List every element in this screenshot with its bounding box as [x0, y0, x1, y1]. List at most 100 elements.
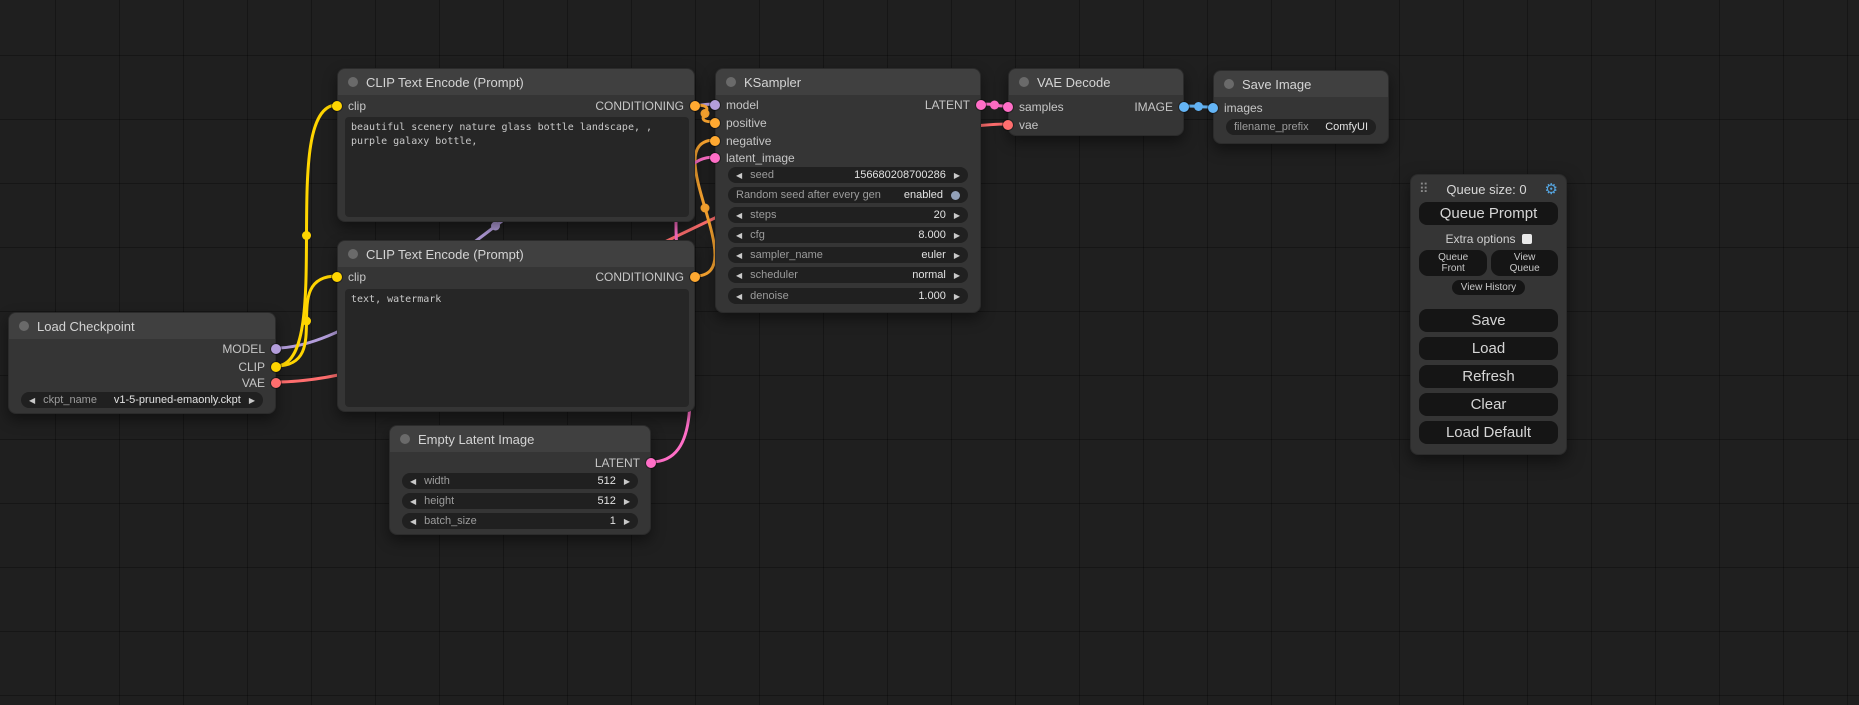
decrement-arrow-icon[interactable]: ◀: [736, 211, 742, 220]
decrement-arrow-icon[interactable]: ◀: [29, 396, 35, 405]
widget-denoise[interactable]: ◀ denoise 1.000 ▶: [728, 288, 968, 304]
node-title-bar[interactable]: CLIP Text Encode (Prompt): [338, 241, 694, 267]
input-slot-latent-image[interactable]: latent_image: [710, 151, 795, 165]
widget-sampler-name[interactable]: ◀ sampler_name euler ▶: [728, 247, 968, 263]
input-slot-model[interactable]: model: [710, 98, 759, 112]
node-title-bar[interactable]: Save Image: [1214, 71, 1388, 97]
graph-canvas[interactable]: Load Checkpoint MODEL CLIP VAE ◀ ckpt_na…: [0, 0, 1859, 705]
increment-arrow-icon[interactable]: ▶: [624, 497, 630, 506]
collapse-dot-icon[interactable]: [1019, 77, 1029, 87]
image-slot-dot[interactable]: [1208, 103, 1218, 113]
node-empty-latent-image[interactable]: Empty Latent Image LATENT ◀ width 512 ▶ …: [389, 425, 651, 535]
output-slot-latent[interactable]: LATENT: [925, 98, 986, 112]
load-button[interactable]: Load: [1419, 337, 1558, 360]
collapse-dot-icon[interactable]: [348, 77, 358, 87]
widget-random-seed[interactable]: Random seed after every gen enabled: [728, 187, 968, 203]
node-vae-decode[interactable]: VAE Decode samples vae IMAGE: [1008, 68, 1184, 136]
increment-arrow-icon[interactable]: ▶: [954, 292, 960, 301]
increment-arrow-icon[interactable]: ▶: [624, 477, 630, 486]
latent-slot-dot[interactable]: [646, 458, 656, 468]
output-slot-conditioning[interactable]: CONDITIONING: [595, 99, 700, 113]
widget-steps[interactable]: ◀ steps 20 ▶: [728, 207, 968, 223]
drag-handle-icon[interactable]: ⠿: [1419, 181, 1429, 197]
view-queue-button[interactable]: View Queue: [1491, 250, 1558, 276]
queue-front-button[interactable]: Queue Front: [1419, 250, 1487, 276]
conditioning-slot-dot[interactable]: [710, 136, 720, 146]
increment-arrow-icon[interactable]: ▶: [249, 396, 255, 405]
clip-slot-dot[interactable]: [332, 272, 342, 282]
input-slot-samples[interactable]: samples: [1003, 100, 1064, 114]
collapse-dot-icon[interactable]: [19, 321, 29, 331]
input-slot-clip[interactable]: clip: [332, 270, 366, 284]
input-slot-images[interactable]: images: [1208, 101, 1263, 115]
image-slot-dot[interactable]: [1179, 102, 1189, 112]
conditioning-slot-dot[interactable]: [690, 101, 700, 111]
node-title-bar[interactable]: VAE Decode: [1009, 69, 1183, 95]
increment-arrow-icon[interactable]: ▶: [624, 517, 630, 526]
output-slot-clip[interactable]: CLIP: [238, 360, 281, 374]
decrement-arrow-icon[interactable]: ◀: [736, 292, 742, 301]
node-title-bar[interactable]: CLIP Text Encode (Prompt): [338, 69, 694, 95]
input-slot-clip[interactable]: clip: [332, 99, 366, 113]
vae-slot-dot[interactable]: [1003, 120, 1013, 130]
decrement-arrow-icon[interactable]: ◀: [736, 251, 742, 260]
conditioning-slot-dot[interactable]: [710, 118, 720, 128]
widget-filename-prefix[interactable]: filename_prefix ComfyUI: [1226, 119, 1376, 135]
output-slot-image[interactable]: IMAGE: [1134, 100, 1189, 114]
decrement-arrow-icon[interactable]: ◀: [736, 171, 742, 180]
widget-batch-size[interactable]: ◀ batch_size 1 ▶: [402, 513, 638, 529]
increment-arrow-icon[interactable]: ▶: [954, 171, 960, 180]
output-slot-conditioning[interactable]: CONDITIONING: [595, 270, 700, 284]
decrement-arrow-icon[interactable]: ◀: [410, 477, 416, 486]
widget-cfg[interactable]: ◀ cfg 8.000 ▶: [728, 227, 968, 243]
queue-menu-panel[interactable]: ⠿ Queue size: 0 ⚙ Queue Prompt Extra opt…: [1410, 174, 1567, 455]
widget-seed[interactable]: ◀ seed 156680208700286 ▶: [728, 167, 968, 183]
node-title-bar[interactable]: KSampler: [716, 69, 980, 95]
conditioning-slot-dot[interactable]: [690, 272, 700, 282]
extra-options-checkbox[interactable]: [1522, 234, 1532, 244]
latent-slot-dot[interactable]: [1003, 102, 1013, 112]
widget-ckpt-name[interactable]: ◀ ckpt_name v1-5-pruned-emaonly.ckpt ▶: [21, 392, 263, 408]
increment-arrow-icon[interactable]: ▶: [954, 271, 960, 280]
collapse-dot-icon[interactable]: [726, 77, 736, 87]
model-slot-dot[interactable]: [710, 100, 720, 110]
decrement-arrow-icon[interactable]: ◀: [410, 517, 416, 526]
input-slot-vae[interactable]: vae: [1003, 118, 1038, 132]
node-ksampler[interactable]: KSampler model positive negative latent_…: [715, 68, 981, 313]
refresh-button[interactable]: Refresh: [1419, 365, 1558, 388]
node-title-bar[interactable]: Load Checkpoint: [9, 313, 275, 339]
output-slot-vae[interactable]: VAE: [242, 376, 281, 390]
node-title-bar[interactable]: Empty Latent Image: [390, 426, 650, 452]
clear-button[interactable]: Clear: [1419, 393, 1558, 416]
load-default-button[interactable]: Load Default: [1419, 421, 1558, 444]
settings-gear-icon[interactable]: ⚙: [1545, 182, 1558, 197]
output-slot-latent[interactable]: LATENT: [595, 456, 656, 470]
widget-height[interactable]: ◀ height 512 ▶: [402, 493, 638, 509]
output-slot-model[interactable]: MODEL: [222, 342, 281, 356]
collapse-dot-icon[interactable]: [400, 434, 410, 444]
widget-width[interactable]: ◀ width 512 ▶: [402, 473, 638, 489]
decrement-arrow-icon[interactable]: ◀: [736, 231, 742, 240]
queue-prompt-button[interactable]: Queue Prompt: [1419, 202, 1558, 225]
vae-slot-dot[interactable]: [271, 378, 281, 388]
save-button[interactable]: Save: [1419, 309, 1558, 332]
negative-prompt-textarea[interactable]: text, watermark: [345, 289, 689, 407]
latent-slot-dot[interactable]: [976, 100, 986, 110]
clip-slot-dot[interactable]: [332, 101, 342, 111]
collapse-dot-icon[interactable]: [1224, 79, 1234, 89]
model-slot-dot[interactable]: [271, 344, 281, 354]
latent-slot-dot[interactable]: [710, 153, 720, 163]
increment-arrow-icon[interactable]: ▶: [954, 231, 960, 240]
input-slot-negative[interactable]: negative: [710, 134, 771, 148]
increment-arrow-icon[interactable]: ▶: [954, 251, 960, 260]
positive-prompt-textarea[interactable]: beautiful scenery nature glass bottle la…: [345, 117, 689, 217]
increment-arrow-icon[interactable]: ▶: [954, 211, 960, 220]
toggle-dot-icon[interactable]: [951, 191, 960, 200]
node-clip-text-encode-positive[interactable]: CLIP Text Encode (Prompt) clip CONDITION…: [337, 68, 695, 222]
input-slot-positive[interactable]: positive: [710, 116, 767, 130]
collapse-dot-icon[interactable]: [348, 249, 358, 259]
node-clip-text-encode-negative[interactable]: CLIP Text Encode (Prompt) clip CONDITION…: [337, 240, 695, 412]
view-history-button[interactable]: View History: [1452, 280, 1525, 295]
widget-scheduler[interactable]: ◀ scheduler normal ▶: [728, 267, 968, 283]
node-save-image[interactable]: Save Image images filename_prefix ComfyU…: [1213, 70, 1389, 144]
